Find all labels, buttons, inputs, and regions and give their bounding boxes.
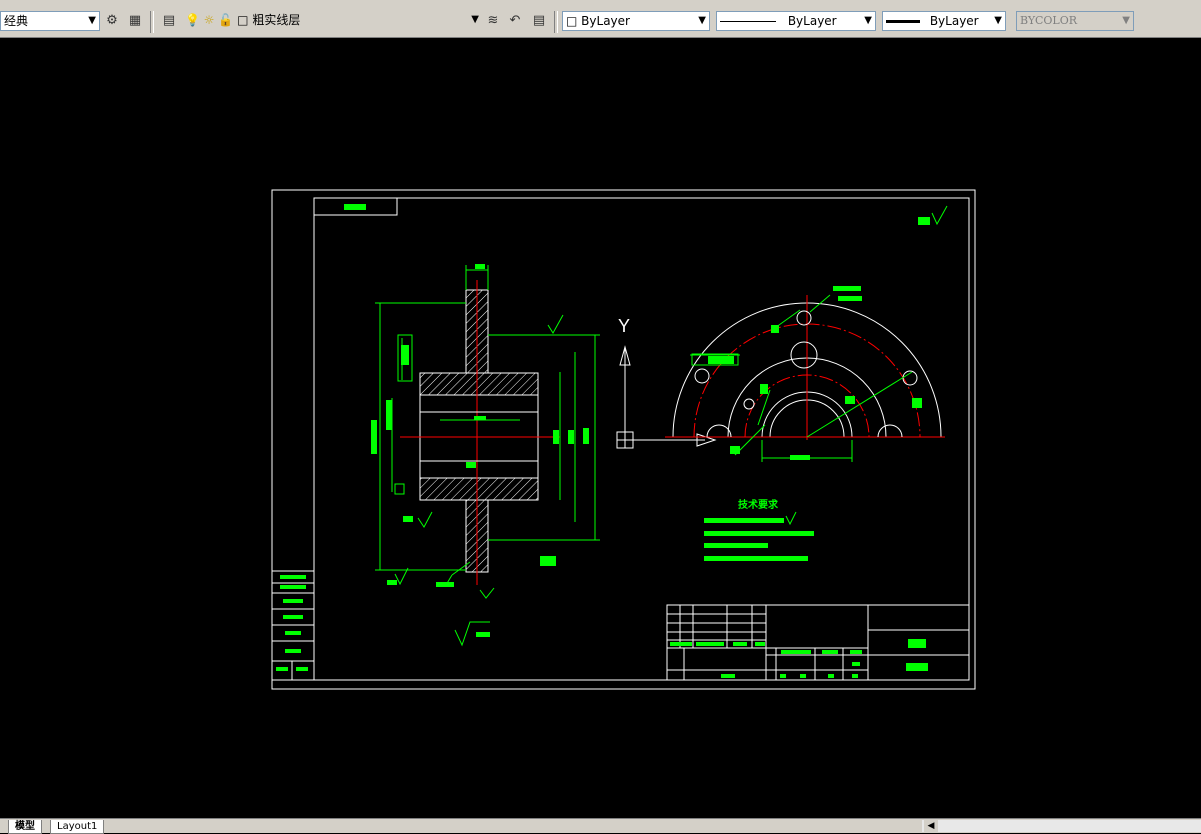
gear-icon[interactable]: ⚙	[103, 12, 121, 30]
chevron-down-icon: ▼	[864, 15, 872, 26]
toolbar-separator	[554, 11, 558, 33]
lineweight-sample-icon	[886, 20, 920, 23]
drawing-svg: Y 技术要求	[271, 189, 976, 690]
chevron-down-icon: ▼	[698, 15, 706, 26]
sheet-inner-border	[313, 197, 970, 681]
chevron-down-icon: ▼	[1122, 15, 1130, 26]
chevron-down-icon: ▼	[471, 14, 479, 25]
layout-tab-bar: 模型 Layout1 ◀	[0, 818, 1201, 834]
ucs-icon	[616, 345, 717, 449]
ucs-y-label: Y	[618, 316, 630, 336]
horizontal-scrollbar[interactable]: ◀	[922, 820, 1201, 832]
lock-icon: 🔓	[218, 13, 234, 27]
workspace-value: 经典	[4, 14, 29, 28]
half-front-view	[665, 286, 945, 462]
color-combo[interactable]: □ ByLayer ▼	[562, 11, 710, 31]
section-view	[371, 264, 600, 647]
scroll-left-icon[interactable]: ◀	[924, 820, 938, 832]
drawing-number-text	[344, 204, 366, 210]
layer-color-swatch-icon: □	[237, 13, 249, 27]
workspace-combo[interactable]: 经典 ▼	[0, 11, 100, 31]
linetype-combo[interactable]: ByLayer ▼	[716, 11, 876, 31]
sun-icon: ☼	[203, 13, 215, 27]
lineweight-combo[interactable]: ByLayer ▼	[882, 11, 1006, 31]
layer-previous-icon[interactable]: ↶	[506, 12, 524, 30]
left-margin-text	[276, 575, 308, 671]
layer-combo[interactable]: 💡 ☼ 🔓 □ 粗实线层 ▼	[182, 11, 482, 31]
model-space-canvas[interactable]: Y 技术要求	[0, 38, 1201, 818]
chevron-down-icon: ▼	[994, 15, 1002, 26]
title-block-text	[670, 639, 928, 678]
layer-manager-icon[interactable]: ▤	[160, 12, 178, 30]
tech-req-title: 技术要求	[738, 498, 779, 511]
chevron-down-icon: ▼	[88, 15, 96, 26]
toolbar-separator	[150, 11, 154, 33]
layer-state-icon[interactable]: ▤	[530, 12, 548, 30]
make-current-layer-icon[interactable]: ≋	[484, 12, 502, 30]
plotstyle-combo[interactable]: BYCOLOR ▼	[1016, 11, 1134, 31]
properties-toolbar: 经典 ▼ ⚙ ▦ ▤ 💡 ☼ 🔓 □ 粗实线层 ▼ ≋ ↶ ▤ □ ByLaye…	[0, 8, 1201, 38]
roughness-symbol-top	[918, 205, 948, 226]
color-swatch-icon: □	[566, 14, 578, 28]
linetype-value: ByLayer	[787, 14, 837, 28]
technical-requirements: 技术要求	[704, 498, 814, 561]
lightbulb-icon: 💡	[185, 13, 200, 27]
color-value: ByLayer	[581, 14, 630, 28]
workspace-grid-icon[interactable]: ▦	[126, 12, 144, 30]
plotstyle-value: BYCOLOR	[1020, 14, 1077, 27]
linetype-sample-icon	[720, 21, 776, 22]
layer-name: 粗实线层	[252, 13, 301, 27]
lineweight-value: ByLayer	[929, 14, 979, 28]
